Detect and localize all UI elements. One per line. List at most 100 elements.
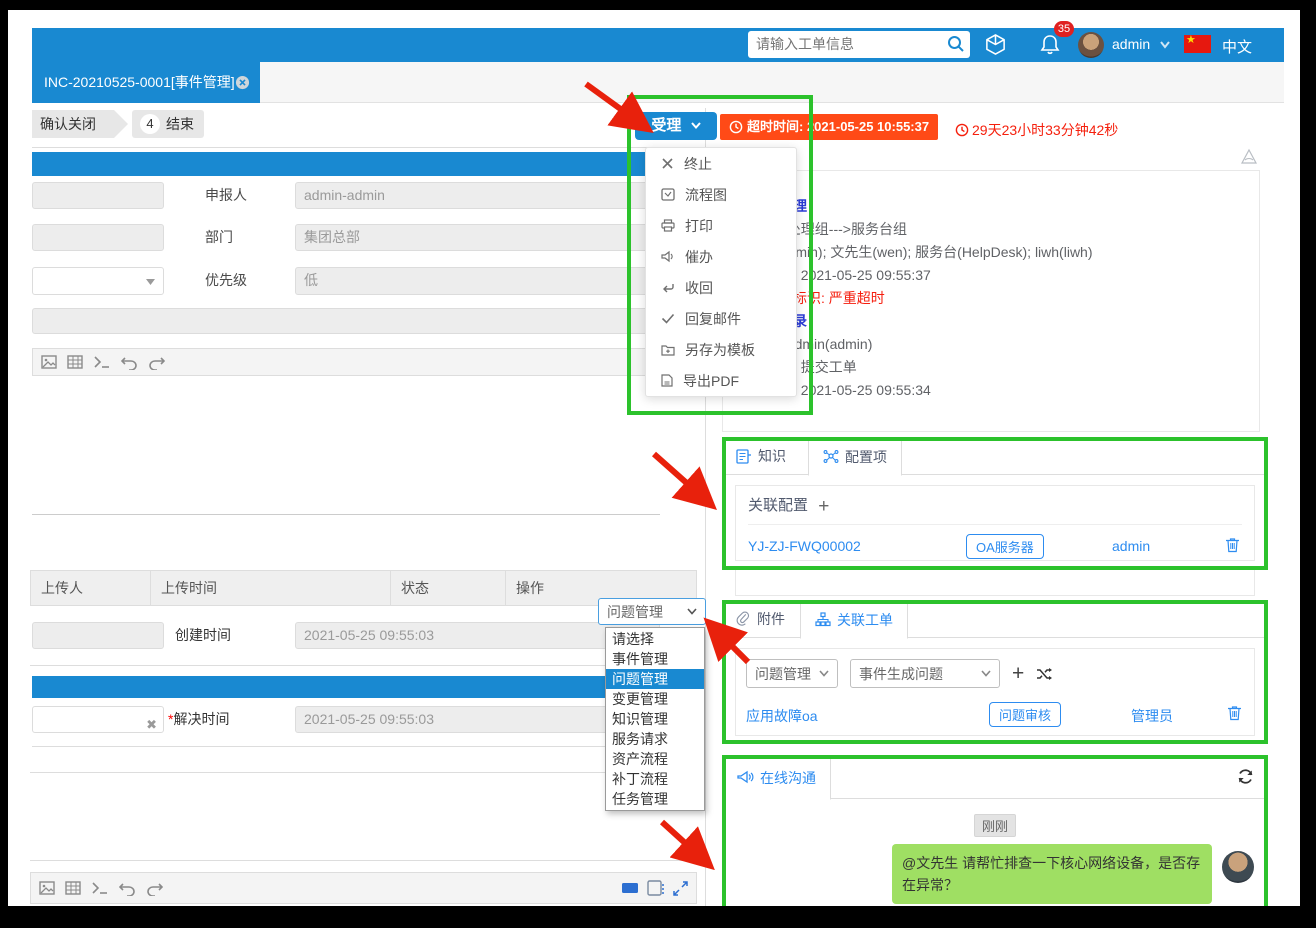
add-icon[interactable]: + (818, 496, 829, 517)
panel-icon[interactable] (621, 881, 639, 895)
option[interactable]: 事件管理 (606, 649, 704, 669)
resize-handle[interactable] (684, 846, 696, 858)
menu-item-export-pdf[interactable]: 导出PDF (646, 365, 796, 396)
toolbar-right-icons (621, 880, 688, 896)
expand-icon[interactable] (673, 881, 688, 896)
redo-icon[interactable] (148, 355, 165, 370)
log-line: 流程动作: 提交工单 (737, 356, 1245, 379)
section-bar (32, 152, 660, 176)
related-action-select[interactable]: 事件生成问题 (850, 659, 1000, 688)
tab-configuration-item[interactable]: 配置项 (808, 437, 902, 476)
attachment-table-header: 上传人 上传时间 状态 操作 (30, 570, 697, 606)
related-content-box: 问题管理 事件生成问题 + 应用故障oa 问题审核 管理员 (735, 648, 1255, 736)
user-name[interactable]: admin (1112, 36, 1150, 52)
chat-bubble: @文先生 请帮忙排查一下核心网络设备，是否存在异常？ (892, 844, 1212, 904)
image-icon[interactable] (41, 354, 57, 370)
option[interactable]: 资产流程 (606, 749, 704, 769)
section-bar (32, 676, 660, 698)
ci-code-link[interactable]: YJ-ZJ-FWQ00002 (748, 538, 861, 554)
tab-incident[interactable]: INC-20210525-0001[事件管理] (32, 62, 260, 103)
select-value: 事件生成问题 (859, 664, 943, 684)
top-header: 35 admin ★ 中文 (32, 28, 1284, 62)
add-icon[interactable]: + (1012, 664, 1024, 684)
log-section-title[interactable]: 分析与处理 (737, 195, 1245, 218)
option-selected[interactable]: 问题管理 (606, 669, 704, 689)
tab-knowledge[interactable]: 知识 (722, 437, 800, 475)
form-field-empty-1[interactable] (32, 182, 164, 209)
refresh-icon[interactable] (1237, 768, 1254, 785)
process-log-panel: 分析与处理 操作人: 处理组--->服务台组 admin(admin); 文先生… (722, 170, 1260, 432)
accept-button[interactable]: 受理 (635, 112, 717, 140)
tab-attachment[interactable]: 附件 (722, 600, 799, 638)
countdown: 29天23小时33分钟42秒 (955, 120, 1118, 140)
log-section-title[interactable]: 接收与记录 (737, 310, 1245, 333)
form-field-empty-2[interactable] (32, 224, 164, 251)
menu-label: 回复邮件 (685, 309, 741, 329)
related-ticket-link[interactable]: 应用故障oa (746, 706, 818, 726)
option[interactable]: 知识管理 (606, 709, 704, 729)
terminal-icon[interactable] (93, 355, 111, 369)
option[interactable]: 请选择 (606, 629, 704, 649)
knowledge-panel: 知识 配置项 关联配置 + YJ-ZJ-FWQ00002 OA服务器 admin (722, 437, 1268, 570)
select-field-empty[interactable] (32, 267, 164, 295)
cube-icon[interactable] (984, 33, 1007, 56)
menu-item-reply-mail[interactable]: 回复邮件 (646, 303, 796, 334)
language-switch[interactable]: 中文 (1222, 36, 1252, 57)
menu-item-save-template[interactable]: 另存为模板 (646, 334, 796, 365)
chevron-down-icon[interactable] (1160, 41, 1170, 49)
ticket-type-select[interactable]: 问题管理 (598, 598, 706, 625)
undo-icon[interactable] (121, 355, 138, 370)
option[interactable]: 变更管理 (606, 689, 704, 709)
tab-close-icon[interactable] (235, 75, 250, 90)
search-input[interactable] (756, 32, 936, 56)
related-user: 管理员 (1131, 706, 1173, 726)
wide-field[interactable] (32, 308, 660, 334)
log-line: 操作人: 处理组--->服务台组 (737, 218, 1245, 241)
redo-icon[interactable] (146, 881, 163, 896)
workflow-step-current[interactable]: 4 结束 (132, 110, 204, 138)
alert-triangle-icon[interactable] (1240, 148, 1258, 166)
user-avatar[interactable] (1078, 32, 1104, 58)
tab-related-tickets[interactable]: 关联工单 (800, 600, 908, 639)
speaker-icon (661, 250, 675, 263)
menu-label: 催办 (685, 247, 713, 267)
option[interactable]: 服务请求 (606, 729, 704, 749)
printer-icon (661, 219, 675, 232)
flag-icon[interactable]: ★ (1184, 35, 1211, 53)
menu-item-print[interactable]: 打印 (646, 210, 796, 241)
reporter-field[interactable]: admin-admin (295, 182, 660, 209)
menu-label: 打印 (685, 216, 713, 236)
priority-field[interactable]: 低 (295, 267, 660, 295)
department-field[interactable]: 集团总部 (295, 224, 660, 251)
form-field-empty-3[interactable] (32, 622, 164, 649)
table-icon[interactable] (65, 880, 81, 896)
bell-icon[interactable] (1038, 33, 1062, 57)
menu-item-urge[interactable]: 催办 (646, 241, 796, 272)
undo-icon[interactable] (119, 881, 136, 896)
table-icon[interactable] (67, 354, 83, 370)
menu-item-terminate[interactable]: 终止 (646, 148, 796, 179)
clear-icon[interactable]: ✖ (146, 712, 157, 733)
trash-icon[interactable] (1225, 537, 1240, 553)
option[interactable]: 任务管理 (606, 789, 704, 809)
image-icon[interactable] (39, 880, 55, 896)
option[interactable]: 补丁流程 (606, 769, 704, 789)
search-icon[interactable] (946, 34, 966, 54)
related-controls: 问题管理 事件生成问题 + (746, 659, 1244, 688)
editor-area[interactable] (32, 376, 660, 515)
terminal-icon[interactable] (91, 881, 109, 895)
workflow-step-prev[interactable]: 确认关闭 (32, 110, 128, 138)
megaphone-icon (737, 770, 754, 785)
menu-item-flowchart[interactable]: 流程图 (646, 179, 796, 210)
shuffle-icon[interactable] (1036, 667, 1053, 681)
trash-icon[interactable] (1227, 705, 1242, 721)
menu-item-withdraw[interactable]: 收回 (646, 272, 796, 303)
clearable-field[interactable]: ✖ (32, 706, 164, 733)
tab-online-chat[interactable]: 在线沟通 (722, 755, 831, 800)
clock-icon (955, 123, 969, 137)
attachment-panel-icon[interactable] (647, 880, 665, 896)
tab-label: 附件 (757, 609, 785, 629)
search-box[interactable] (748, 31, 970, 58)
related-type-select[interactable]: 问题管理 (746, 659, 838, 688)
timeout-badge: 超时时间: 2021-05-25 10:55:37 (720, 114, 938, 140)
